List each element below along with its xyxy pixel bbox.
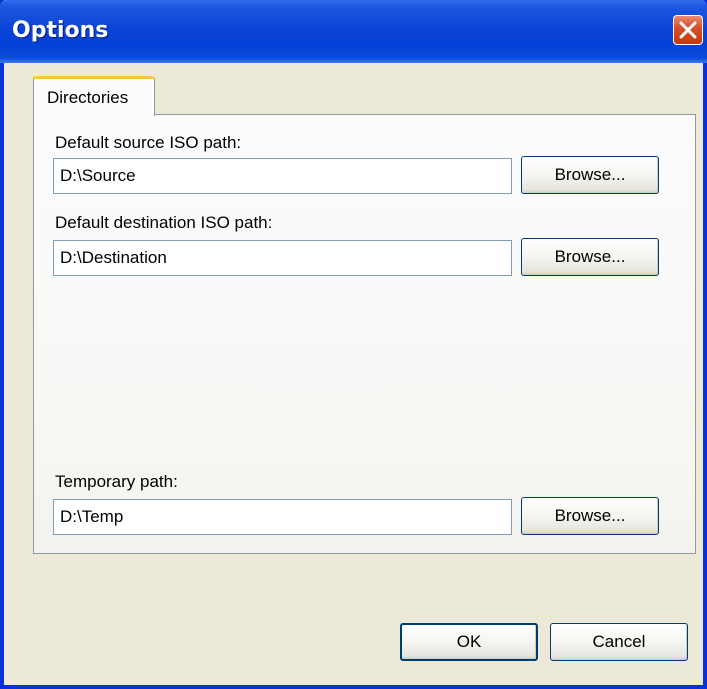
tab-directories[interactable]: Directories — [33, 76, 155, 116]
destination-path-label: Default destination ISO path: — [55, 213, 273, 232]
temp-path-label: Temporary path: — [55, 472, 178, 491]
options-dialog: Options Directories Default source ISO p… — [0, 0, 707, 689]
ok-button[interactable]: OK — [400, 623, 538, 661]
close-x-icon — [679, 21, 697, 39]
destination-path-input[interactable] — [53, 240, 512, 276]
browse-temp-button[interactable]: Browse... — [521, 497, 659, 535]
source-path-input[interactable] — [53, 158, 512, 194]
window-title: Options — [12, 18, 109, 43]
tab-directories-label: Directories — [47, 88, 129, 107]
browse-destination-button[interactable]: Browse... — [521, 238, 659, 276]
browse-source-button[interactable]: Browse... — [521, 156, 659, 194]
close-button[interactable] — [673, 15, 703, 45]
cancel-button[interactable]: Cancel — [550, 623, 688, 661]
temp-path-input[interactable] — [53, 499, 512, 535]
title-bar[interactable]: Options — [0, 0, 707, 63]
source-path-label: Default source ISO path: — [55, 133, 242, 152]
